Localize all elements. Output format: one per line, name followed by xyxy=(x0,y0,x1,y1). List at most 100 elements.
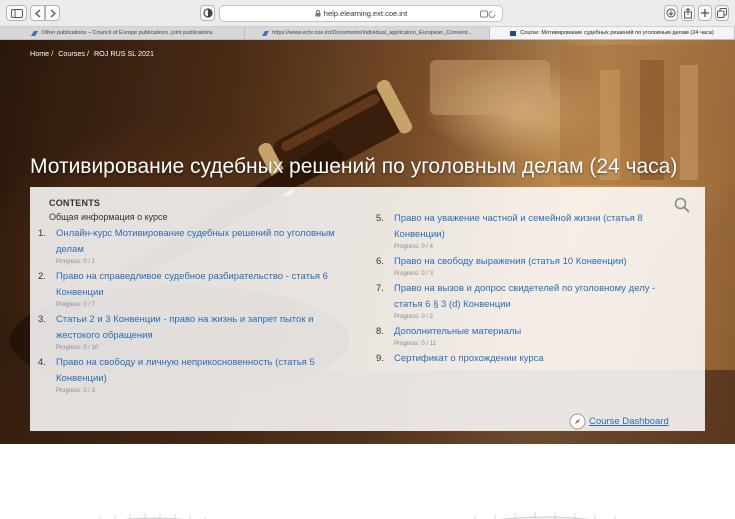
link-line: жестокого обращения xyxy=(56,330,153,341)
address-url: help.elearning.ext.coe.int xyxy=(323,9,408,18)
item-number: 3. xyxy=(38,314,46,325)
link-line: Статьи 2 и 3 Конвенции - право на жизнь … xyxy=(56,314,314,325)
tab-label: https://www.echr.coe.int/Documents/Indiv… xyxy=(272,30,472,36)
reader-reload-icon[interactable] xyxy=(480,10,498,18)
moodle-favicon-icon xyxy=(510,31,517,36)
section-link[interactable]: Право на справедливое судебное разбирате… xyxy=(56,269,368,301)
link-line: статья 6 § 3 (d) Конвенции xyxy=(394,299,511,310)
progress-label: Progress: 0 / 2 xyxy=(394,314,434,320)
progress-label: Progress: 0 / 4 xyxy=(394,244,434,250)
section-link[interactable]: Онлайн-курс Мотивирование судебных решен… xyxy=(56,226,368,258)
link-line: Онлайн-курс Мотивирование судебных решен… xyxy=(56,228,335,239)
progress-label: Progress: 0 / 1 xyxy=(56,259,96,265)
section-link[interactable]: Дополнительные материалы xyxy=(394,324,686,340)
tab-label: Course: Мотивирование судебных решений п… xyxy=(520,30,714,36)
course-content-area xyxy=(0,444,735,519)
shield-icon xyxy=(202,8,213,18)
tab-strip: Other publications – Council of Europe p… xyxy=(0,27,735,40)
link-line: Право на уважение частной и семейной жиз… xyxy=(394,213,643,224)
coe-favicon-icon xyxy=(31,31,39,36)
sidebar-icon xyxy=(10,8,23,18)
contents-item: 2. Право на справедливое судебное разбир… xyxy=(38,269,368,309)
progress-label: Progress: 0 / 11 xyxy=(394,341,436,347)
contents-item: 5. Право на уважение частной и семейной … xyxy=(376,211,686,251)
breadcrumb-courses[interactable]: Courses xyxy=(58,49,85,58)
contents-left-column: Общая информация о курсе 1. Онлайн-курс … xyxy=(38,211,368,398)
privacy-report-button[interactable] xyxy=(200,5,215,21)
download-icon xyxy=(666,8,676,18)
lock-icon xyxy=(315,10,321,17)
contents-item: 7. Право на вызов и допрос свидетелей по… xyxy=(376,281,686,321)
tab-overview-button[interactable] xyxy=(715,5,729,21)
breadcrumb: Home / Courses / ROJ RUS SL 2021 xyxy=(30,49,154,58)
section-link[interactable]: Право на свободу и личную неприкосновенн… xyxy=(56,355,368,387)
general-info-section: Общая информация о курсе xyxy=(49,212,168,222)
tab-label: Other publications – Council of Europe p… xyxy=(41,30,213,36)
compass-icon xyxy=(569,413,586,430)
browser-tab-coe-publications[interactable]: Other publications – Council of Europe p… xyxy=(0,27,245,39)
contents-item: 9. Сертификат о прохождении курса xyxy=(376,351,686,367)
contents-item: 4. Право на свободу и личную неприкоснов… xyxy=(38,355,368,395)
item-number: 4. xyxy=(38,357,46,368)
item-number: 7. xyxy=(376,283,384,294)
contents-item: 8. Дополнительные материалы Progress: 0 … xyxy=(376,324,686,348)
section-link[interactable]: Право на вызов и допрос свидетелей по уг… xyxy=(394,281,686,313)
section-link[interactable]: Право на уважение частной и семейной жиз… xyxy=(394,211,686,243)
new-tab-button[interactable] xyxy=(698,5,712,21)
progress-label: Progress: 0 / 3 xyxy=(56,388,96,394)
item-number: 9. xyxy=(376,353,384,364)
dashboard-label: Course Dashboard xyxy=(589,416,669,427)
building-dome-image xyxy=(99,513,206,519)
item-number: 6. xyxy=(376,256,384,267)
chevron-left-icon xyxy=(34,9,40,17)
forward-button[interactable] xyxy=(45,5,60,21)
browser-tab-echr-document[interactable]: https://www.echr.coe.int/Documents/Indiv… xyxy=(245,27,490,39)
progress-label: Progress: 0 / 7 xyxy=(56,302,96,308)
breadcrumb-current-course[interactable]: ROJ RUS SL 2021 xyxy=(94,49,154,58)
link-line: делам xyxy=(56,244,84,255)
section-link[interactable]: Сертификат о прохождении курса xyxy=(394,351,686,367)
sidebar-toggle-button[interactable] xyxy=(6,5,27,21)
link-line: Конвенции) xyxy=(56,373,107,384)
link-line: Конвенции xyxy=(56,287,104,298)
share-button[interactable] xyxy=(681,5,695,21)
echr-favicon-icon xyxy=(262,31,270,36)
breadcrumb-home[interactable]: Home xyxy=(30,49,49,58)
contents-heading: CONTENTS xyxy=(49,198,101,208)
toolbar-right-actions xyxy=(664,3,729,21)
page-title: Мотивирование судебных решений по уголов… xyxy=(30,155,678,178)
back-button[interactable] xyxy=(30,5,45,21)
link-line: Право на свободу и личную неприкосновенн… xyxy=(56,357,315,368)
address-bar[interactable]: help.elearning.ext.coe.int xyxy=(219,5,503,22)
browser-toolbar: help.elearning.ext.coe.int xyxy=(0,0,735,27)
breadcrumb-separator: / xyxy=(51,49,54,58)
link-line: Право на вызов и допрос свидетелей по уг… xyxy=(394,283,656,294)
course-dashboard-link[interactable]: Course Dashboard xyxy=(569,413,669,430)
contents-item: 3. Статьи 2 и 3 Конвенции - право на жиз… xyxy=(38,312,368,352)
downloads-button[interactable] xyxy=(664,5,678,21)
course-contents-panel: CONTENTS Общая информация о курсе 1. Онл… xyxy=(30,187,705,431)
plus-icon xyxy=(701,9,709,17)
progress-label: Progress: 0 / 10 xyxy=(56,345,99,351)
contents-item: 6. Право на свободу выражения (статья 10… xyxy=(376,254,686,278)
chevron-right-icon xyxy=(50,9,56,17)
link-line: Право на справедливое судебное разбирате… xyxy=(56,271,328,282)
section-link[interactable]: Право на свободу выражения (статья 10 Ко… xyxy=(394,254,686,270)
link-line: Сертификат о прохождении курса xyxy=(394,353,544,364)
section-link[interactable]: Статьи 2 и 3 Конвенции - право на жизнь … xyxy=(56,312,368,344)
contents-right-column: 5. Право на уважение частной и семейной … xyxy=(376,211,686,370)
browser-tab-course[interactable]: Course: Мотивирование судебных решений п… xyxy=(490,27,735,39)
link-line: Дополнительные материалы xyxy=(394,326,522,337)
link-line: Право на свободу выражения (статья 10 Ко… xyxy=(394,256,627,267)
item-number: 2. xyxy=(38,271,46,282)
building-dome-image xyxy=(474,512,616,519)
item-number: 8. xyxy=(376,326,384,337)
breadcrumb-separator: / xyxy=(86,49,89,58)
link-line: Конвенции) xyxy=(394,229,445,240)
progress-label: Progress: 0 / 3 xyxy=(394,271,434,277)
item-number: 1. xyxy=(38,228,46,239)
share-icon xyxy=(684,7,692,18)
tabs-icon xyxy=(717,8,727,18)
contents-item: 1. Онлайн-курс Мотивирование судебных ре… xyxy=(38,226,368,266)
item-number: 5. xyxy=(376,213,384,224)
